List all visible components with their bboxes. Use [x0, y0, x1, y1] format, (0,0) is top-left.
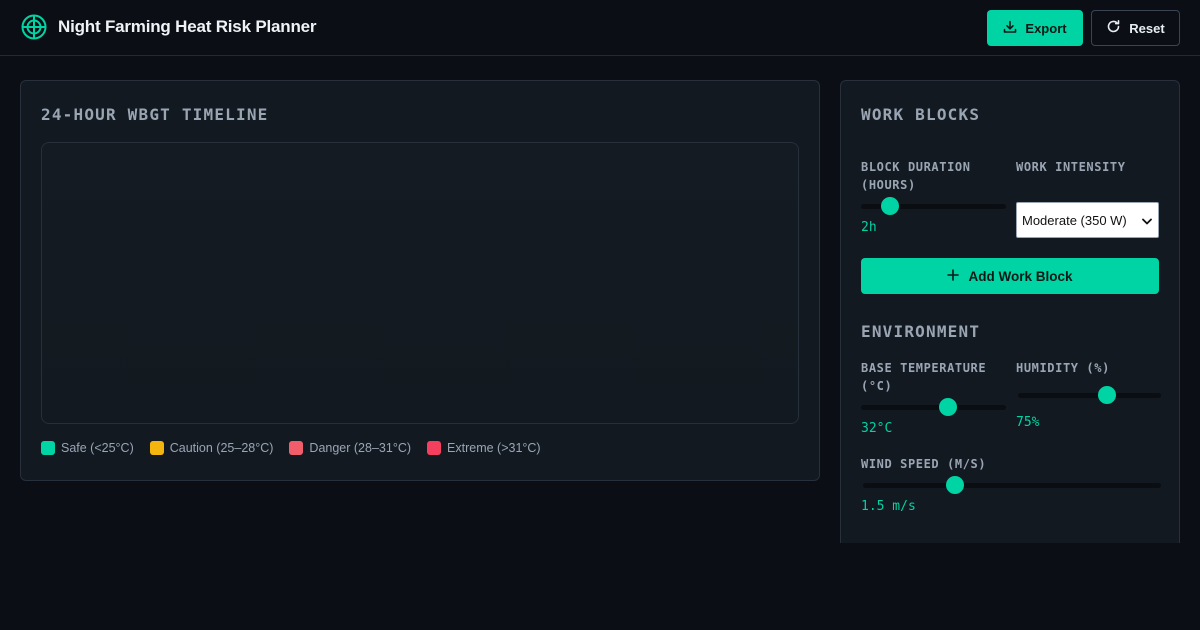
legend-label: Extreme (>31°C)	[447, 441, 541, 455]
legend-item-extreme: Extreme (>31°C)	[427, 441, 541, 455]
wind-speed-label: WIND SPEED (M/S)	[861, 457, 987, 471]
export-button[interactable]: Export	[987, 10, 1083, 46]
legend-label: Safe (<25°C)	[61, 441, 134, 455]
humidity-label: HUMIDITY (%)	[1016, 361, 1110, 375]
base-temperature-slider[interactable]	[861, 397, 1006, 417]
controls-panel: WORK BLOCKS BLOCK DURATION (HOURS) 2h WO…	[840, 80, 1180, 543]
reset-label: Reset	[1129, 20, 1165, 36]
block-duration-value: 2h	[861, 220, 877, 235]
wbgt-timeline-chart[interactable]	[41, 142, 799, 424]
legend-swatch	[41, 441, 55, 455]
slider-thumb[interactable]	[946, 476, 965, 494]
environment-title: ENVIRONMENT	[861, 322, 981, 341]
legend-swatch	[149, 441, 164, 455]
block-duration-label: BLOCK DURATION (HOURS)	[861, 160, 971, 192]
slider-thumb[interactable]	[881, 197, 899, 215]
work-intensity-select[interactable]: Moderate (350 W)	[1016, 202, 1159, 238]
legend-item-danger: Danger (28–31°C)	[289, 441, 411, 455]
legend-item-safe: Safe (<25°C)	[41, 441, 134, 455]
app-title: Night Farming Heat Risk Planner	[58, 17, 317, 36]
work-blocks-title: WORK BLOCKS	[861, 105, 981, 124]
add-work-block-label: Add Work Block	[968, 268, 1073, 284]
humidity-value: 75%	[1016, 415, 1040, 430]
legend-swatch	[427, 441, 442, 455]
target-logo-icon	[21, 14, 47, 40]
legend-item-caution: Caution (25–28°C)	[149, 441, 274, 455]
add-work-block-button[interactable]: Add Work Block	[861, 258, 1159, 294]
work-intensity-label: WORK INTENSITY	[1016, 160, 1126, 174]
timeline-title: 24-HOUR WBGT TIMELINE	[41, 105, 269, 124]
reset-button[interactable]: Reset	[1091, 10, 1180, 46]
legend-label: Danger (28–31°C)	[309, 441, 412, 455]
timeline-legend: Safe (<25°C) Caution (25–28°C) Danger (2…	[41, 441, 541, 455]
wind-speed-value: 1.5 m/s	[861, 499, 916, 514]
slider-track	[861, 405, 1006, 410]
slider-track	[1018, 393, 1161, 398]
base-temperature-value: 32°C	[861, 421, 893, 436]
select-value: Moderate (350 W)	[1022, 212, 1127, 228]
refresh-icon	[1106, 19, 1121, 37]
timeline-panel: 24-HOUR WBGT TIMELINE Safe (<25°C) Cauti…	[20, 80, 820, 481]
humidity-slider[interactable]	[1018, 385, 1161, 405]
slider-track	[863, 483, 1161, 488]
download-icon	[1003, 20, 1017, 37]
top-bar: Night Farming Heat Risk Planner Export R…	[0, 0, 1200, 56]
export-label: Export	[1025, 20, 1067, 36]
slider-thumb[interactable]	[939, 398, 957, 416]
base-temperature-label: BASE TEMPERATURE (°C)	[861, 361, 987, 393]
block-duration-slider[interactable]	[861, 196, 1006, 216]
wind-speed-slider[interactable]	[863, 475, 1161, 495]
legend-swatch	[289, 441, 304, 455]
plus-icon	[947, 268, 960, 284]
legend-label: Caution (25–28°C)	[169, 441, 274, 455]
chevron-down-icon	[1142, 213, 1152, 228]
slider-thumb[interactable]	[1097, 386, 1116, 404]
